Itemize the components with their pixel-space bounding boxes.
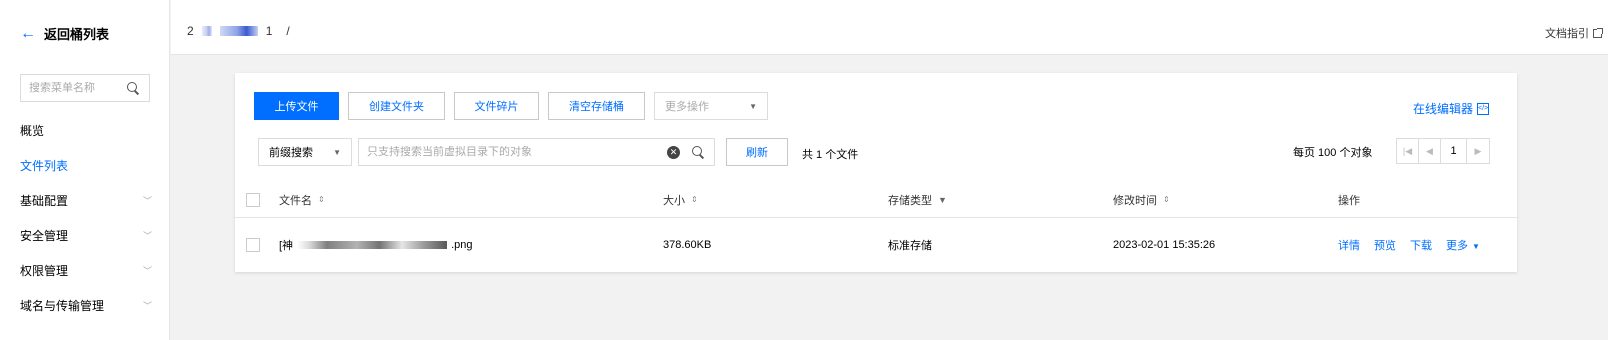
storage-type: 标准存储 (888, 240, 932, 252)
first-page-icon[interactable]: |◀ (1397, 139, 1419, 163)
download-link[interactable]: 下载 (1410, 237, 1432, 253)
sidebar-item-basic-config[interactable]: 基础配置 ﹀ (20, 192, 152, 209)
more-actions-label: 更多操作 (665, 101, 709, 113)
header-modified[interactable]: 修改时间 ⇕ (1113, 182, 1170, 217)
object-search-input[interactable] (367, 146, 667, 158)
search-mode-label: 前缀搜索 (269, 147, 313, 159)
sort-icon[interactable]: ⇕ (691, 195, 698, 204)
breadcrumb-separator: / (286, 24, 290, 38)
file-list-panel: 上传文件 创建文件夹 文件碎片 清空存储桶 更多操作 ▼ 在线编辑器 </> 前… (235, 73, 1517, 272)
object-search-box: ✕ (358, 138, 715, 166)
caret-down-icon: ▼ (749, 101, 757, 111)
search-icon[interactable] (125, 80, 141, 96)
more-label: 更多 (1446, 240, 1468, 252)
create-folder-button[interactable]: 创建文件夹 (348, 92, 445, 120)
sidebar-item-security[interactable]: 安全管理 ﹀ (20, 227, 152, 244)
header-name[interactable]: 文件名 ⇕ (279, 182, 325, 217)
sidebar-item-label: 安全管理 (20, 229, 69, 243)
code-icon: </> (1477, 102, 1489, 115)
file-name-suffix: .png (451, 239, 473, 251)
sidebar: ← 返回桶列表 概览 文件列表 基础配置 ﹀ 安全管理 ﹀ 权限管理 ﹀ 域名与… (0, 0, 170, 340)
file-size: 378.60KB (663, 239, 712, 251)
search-mode-select[interactable]: 前缀搜索 ▼ (258, 138, 352, 166)
header-actions-label: 操作 (1338, 194, 1360, 207)
per-page-label[interactable]: 每页 100 个对象 (1293, 144, 1372, 160)
modified-time: 2023-02-01 15:35:26 (1113, 239, 1216, 251)
chevron-down-icon: ﹀ (142, 266, 152, 276)
caret-down-icon: ▼ (1472, 242, 1480, 251)
sidebar-item-overview[interactable]: 概览 (20, 122, 152, 139)
search-icon[interactable] (690, 144, 706, 160)
table-header: 文件名 ⇕ 大小 ⇕ 存储类型 ▼ 修改时间 ⇕ 操作 (235, 182, 1517, 218)
sidebar-item-label: 概览 (20, 124, 45, 138)
top-bar: 2 1 / 文档指引 (171, 0, 1608, 55)
row-actions: 详情 预览 下载 更多 ▼ (1338, 218, 1494, 272)
preview-link[interactable]: 预览 (1374, 237, 1396, 253)
docs-link[interactable]: 文档指引 (1545, 25, 1603, 41)
upload-file-button[interactable]: 上传文件 (254, 92, 339, 120)
sidebar-item-label: 域名与传输管理 (20, 299, 105, 313)
redacted-file-name (297, 241, 448, 249)
file-fragments-button[interactable]: 文件碎片 (454, 92, 539, 120)
header-size-label: 大小 (663, 194, 685, 207)
sidebar-item-label: 权限管理 (20, 264, 69, 278)
chevron-down-icon: ﹀ (142, 301, 152, 311)
total-count: 共 1 个文件 (802, 149, 859, 161)
external-link-icon (1593, 27, 1603, 38)
docs-label: 文档指引 (1545, 28, 1589, 40)
header-modified-label: 修改时间 (1113, 194, 1157, 207)
sidebar-item-domain-transfer[interactable]: 域名与传输管理 ﹀ (20, 297, 152, 314)
caret-down-icon: ▼ (333, 147, 341, 157)
refresh-button[interactable]: 刷新 (726, 138, 788, 166)
pagination: |◀ ◀ 1 ▶ (1396, 138, 1490, 164)
header-name-label: 文件名 (279, 194, 312, 207)
sort-icon[interactable]: ⇕ (318, 195, 325, 204)
row-select-cell (246, 218, 260, 272)
back-label: 返回桶列表 (44, 27, 110, 42)
sort-icon[interactable]: ⇕ (1163, 195, 1170, 204)
more-actions-select[interactable]: 更多操作 ▼ (654, 92, 768, 120)
row-checkbox[interactable] (246, 238, 260, 252)
clear-icon[interactable]: ✕ (667, 145, 680, 159)
select-all-checkbox[interactable] (246, 192, 260, 207)
online-editor-label: 在线编辑器 (1412, 102, 1473, 116)
bucket-name-prefix: 2 (187, 24, 194, 38)
online-editor-link[interactable]: 在线编辑器 </> (1413, 100, 1489, 117)
select-all-cell (246, 182, 260, 217)
sidebar-item-file-list[interactable]: 文件列表 (20, 157, 152, 174)
clear-bucket-button[interactable]: 清空存储桶 (548, 92, 645, 120)
more-dropdown[interactable]: 更多 ▼ (1446, 237, 1480, 253)
table-row: [神 .png 378.60KB 标准存储 2023-02-01 15:35:2… (235, 218, 1517, 272)
header-storage[interactable]: 存储类型 ▼ (888, 182, 947, 217)
next-page-icon[interactable]: ▶ (1467, 139, 1489, 163)
prev-page-icon[interactable]: ◀ (1419, 139, 1441, 163)
file-name-prefix: [神 (279, 240, 294, 252)
page-number[interactable]: 1 (1441, 139, 1467, 163)
bucket-name-suffix: 1 (265, 24, 273, 38)
arrow-left-icon: ← (20, 24, 36, 42)
sidebar-item-permissions[interactable]: 权限管理 ﹀ (20, 262, 152, 279)
file-name-cell[interactable]: [神 .png (279, 218, 472, 272)
header-actions: 操作 (1338, 182, 1360, 217)
back-to-bucket-list-button[interactable]: ← 返回桶列表 (20, 24, 109, 43)
redacted-bucket-name (219, 26, 258, 36)
chevron-down-icon: ﹀ (142, 196, 152, 206)
header-size[interactable]: 大小 ⇕ (663, 182, 698, 217)
header-storage-label: 存储类型 (888, 194, 932, 207)
menu-search-input[interactable] (29, 82, 125, 94)
chevron-down-icon: ﹀ (142, 231, 152, 241)
menu-search-box (20, 74, 150, 102)
filter-icon[interactable]: ▼ (938, 195, 947, 205)
sidebar-item-label: 文件列表 (20, 159, 69, 173)
sidebar-item-label: 基础配置 (20, 194, 69, 208)
redacted-bucket-name (201, 26, 212, 36)
details-link[interactable]: 详情 (1338, 237, 1360, 253)
breadcrumb: 2 1 / (187, 24, 290, 38)
